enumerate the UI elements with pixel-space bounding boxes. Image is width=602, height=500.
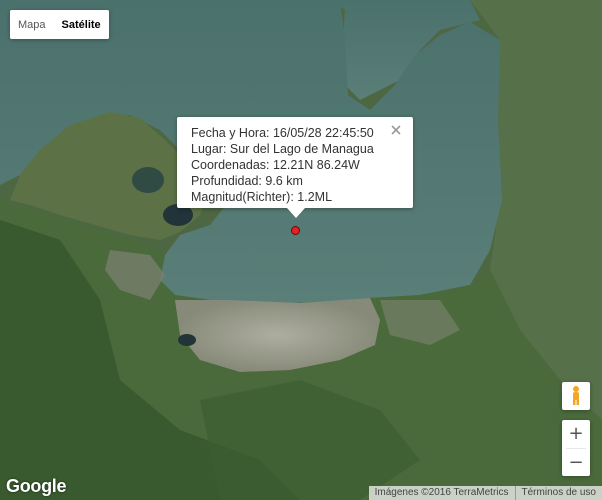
- attribution-bar: Imágenes ©2016 TerraMetrics Términos de …: [368, 486, 602, 500]
- satellite-imagery: [0, 0, 602, 500]
- info-depth: Profundidad: 9.6 km: [191, 174, 303, 188]
- info-datetime: Fecha y Hora: 16/05/28 22:45:50: [191, 126, 374, 140]
- zoom-in-button[interactable]: +: [562, 420, 590, 448]
- zoom-control: + −: [562, 420, 590, 476]
- close-icon[interactable]: [389, 123, 403, 137]
- info-place: Lugar: Sur del Lago de Managua: [191, 142, 374, 156]
- info-coordinates: Coordenadas: 12.21N 86.24W: [191, 158, 360, 172]
- map-type-map-button[interactable]: Mapa: [10, 10, 54, 39]
- terms-link[interactable]: Términos de uso: [514, 486, 602, 500]
- earthquake-info-window: Fecha y Hora: 16/05/28 22:45:50 Lugar: S…: [177, 117, 413, 218]
- google-logo[interactable]: Google: [6, 476, 67, 497]
- imagery-credit: Imágenes ©2016 TerraMetrics: [368, 486, 515, 500]
- map-canvas[interactable]: Mapa Satélite Fecha y Hora: 16/05/28 22:…: [0, 0, 602, 500]
- pegman-button[interactable]: [562, 382, 590, 410]
- epicenter-marker[interactable]: [291, 226, 300, 235]
- pegman-icon: [573, 386, 579, 405]
- map-type-control: Mapa Satélite: [10, 10, 109, 39]
- zoom-out-button[interactable]: −: [562, 449, 590, 477]
- info-window-tail: [287, 208, 305, 218]
- info-magnitude: Magnitud(Richter): 1.2ML: [191, 190, 333, 204]
- map-type-satellite-button[interactable]: Satélite: [53, 10, 109, 39]
